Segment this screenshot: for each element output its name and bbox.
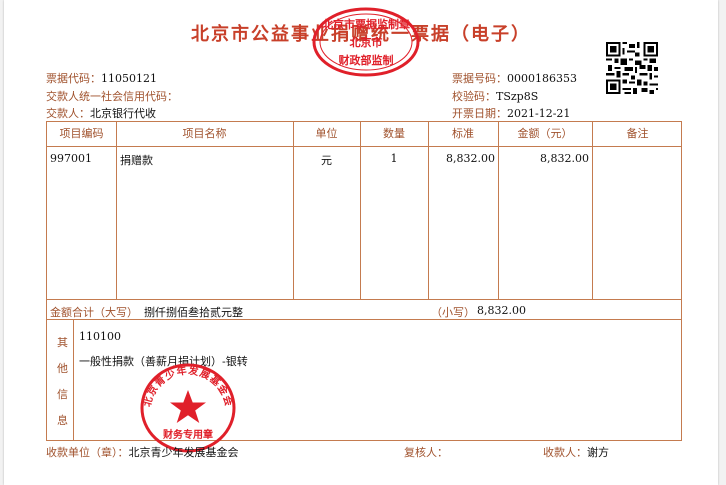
total-upper-label: 金额合计（大写） (50, 306, 138, 319)
other-info-label-4: 息 (57, 414, 68, 427)
row-item-code: 997001 (50, 152, 92, 165)
header-standard: 标准 (452, 127, 474, 140)
other-info-label-2: 他 (57, 362, 68, 375)
issue-date-value: 2021-12-21 (507, 107, 571, 120)
receiver-value: 北京青少年发展基金会 (128, 446, 239, 459)
payee-value: 谢方 (587, 446, 609, 459)
other-info-label-3: 信 (57, 388, 68, 401)
row-quantity: 1 (390, 152, 398, 165)
other-info-label-1: 其 (57, 336, 68, 349)
payer-field: 交款人：北京银行代收 (46, 107, 156, 120)
seal-top-mid-text: 北京市 (350, 35, 383, 49)
row-unit: 元 (321, 154, 332, 167)
header-item-name: 项目名称 (182, 127, 227, 140)
receipt-number-field: 票据号码：0000186353 (452, 72, 577, 85)
payee-field: 收款人：谢方 (543, 446, 609, 459)
reviewer-field: 复核人： (404, 446, 448, 459)
header-item-code: 项目编码 (59, 127, 104, 140)
qr-code-icon (606, 42, 658, 94)
star-icon (170, 390, 206, 423)
total-upper-value: 捌仟捌佰叁拾贰元整 (144, 306, 243, 319)
header-amount: 金额（元） (517, 127, 573, 140)
row-standard: 8,832.00 (446, 152, 495, 165)
check-code-value: TSzp8S (496, 90, 539, 103)
header-unit: 单位 (315, 127, 338, 140)
receipt-code-value: 11050121 (101, 72, 157, 85)
row-amount: 8,832.00 (540, 152, 589, 165)
seal-bottom-text: 财务专用章 (162, 428, 213, 441)
payer-value: 北京银行代收 (90, 107, 156, 120)
row-item-name: 捐赠款 (120, 154, 153, 167)
supervision-seal: 北京市票据监制章 北京市 财政部监制 (312, 7, 420, 77)
check-code-field: 校验码：TSzp8S (452, 90, 539, 103)
receiver-field: 收款单位（章）：北京青少年发展基金会 (46, 446, 239, 459)
total-lower-label: （小写） (431, 306, 475, 319)
seal-top-upper-text: 北京市票据监制章 (322, 17, 410, 31)
header-quantity: 数量 (383, 127, 405, 140)
receipt-number-value: 0000186353 (507, 72, 577, 85)
total-lower-value: 8,832.00 (477, 304, 526, 317)
issue-date-field: 开票日期：2021-12-21 (452, 107, 571, 120)
header-note: 备注 (626, 127, 649, 140)
finance-seal: 北京青少年发展基金会 财务专用章 (140, 363, 236, 453)
receipt-code-field: 票据代码：11050121 (46, 72, 157, 85)
credit-code-field: 交款人统一社会信用代码： (46, 90, 178, 103)
seal-top-lower-text: 财政部监制 (338, 53, 394, 67)
other-info-line-1: 110100 (79, 330, 121, 343)
receipt-sheet: 北京市公益事业捐赠统一票据（电子） 北京市票据监制章 北京市 财政部监制 票据代… (4, 0, 718, 485)
